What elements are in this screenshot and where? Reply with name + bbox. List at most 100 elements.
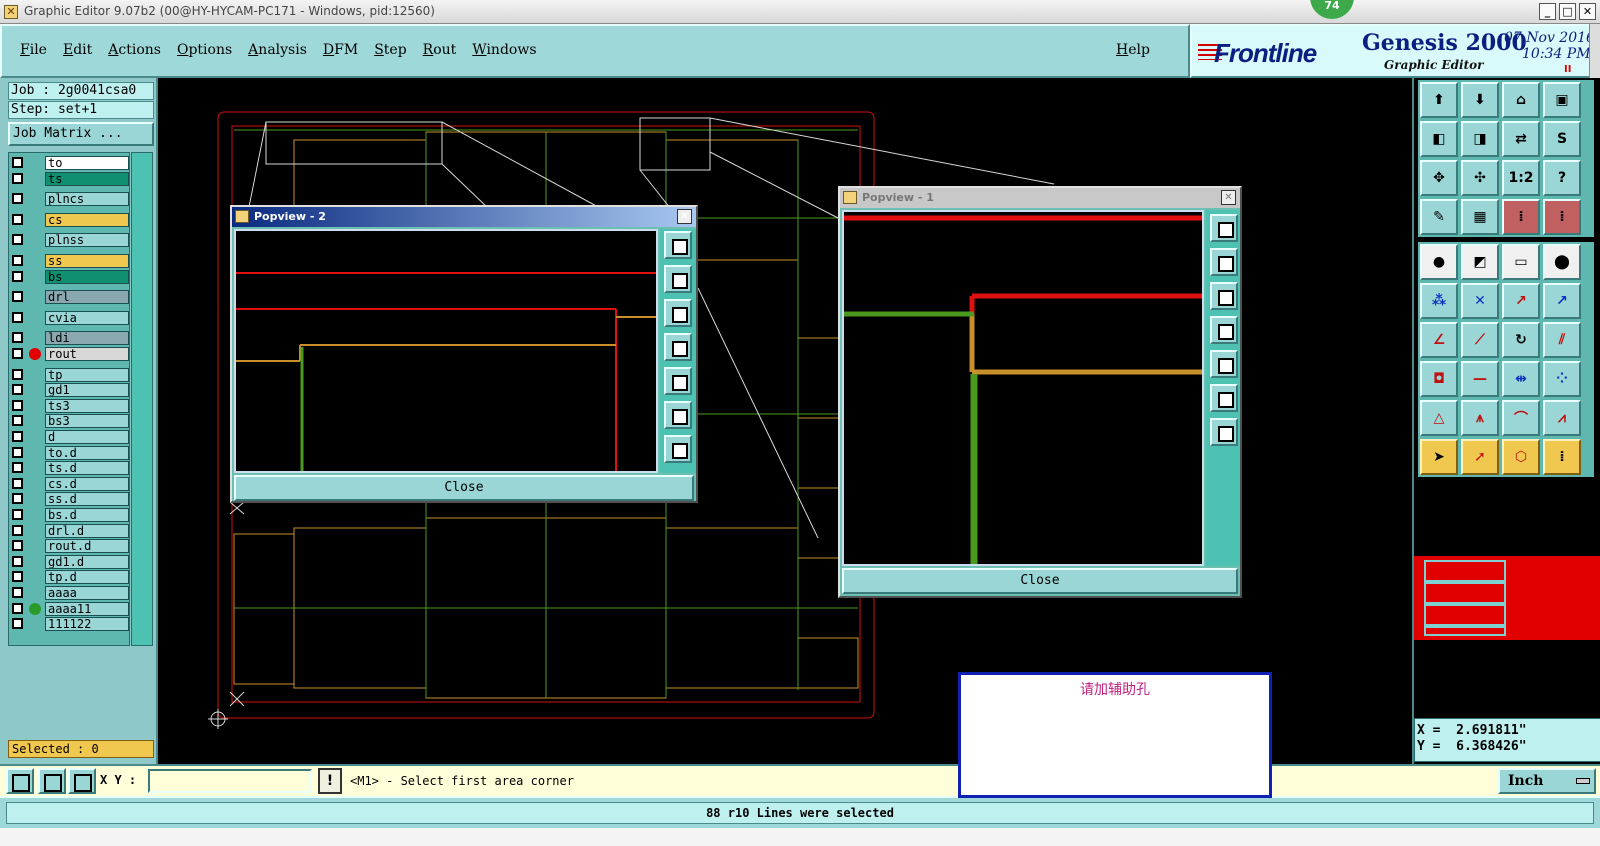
circle-icon[interactable]: ⬤	[1543, 244, 1581, 280]
layer-row[interactable]: drl	[9, 289, 131, 305]
popview-pan-left-icon[interactable]	[664, 333, 692, 361]
layer-name[interactable]: ts	[45, 171, 129, 186]
popview-2-close-icon[interactable]: ✕	[677, 209, 692, 224]
measure-icon[interactable]: ✎	[1420, 199, 1458, 235]
line-add-icon[interactable]: ◩	[1461, 244, 1499, 280]
layer-row[interactable]: to.d	[9, 445, 131, 461]
menu-help[interactable]: Help	[1116, 42, 1150, 58]
popview-zoom-home-icon[interactable]	[1210, 214, 1238, 242]
layer-row[interactable]: bs3	[9, 413, 131, 429]
layer-row[interactable]: ldi	[9, 330, 131, 346]
mirror-icon[interactable]: ⫽	[1543, 322, 1581, 358]
layer-checkbox[interactable]	[12, 431, 23, 442]
layer-checkbox[interactable]	[12, 446, 23, 458]
layer-name[interactable]: plncs	[45, 192, 129, 207]
layer-row[interactable]: ts3	[9, 398, 131, 414]
menu-item[interactable]: Step	[374, 42, 406, 58]
layer-row[interactable]: 111122	[9, 616, 131, 632]
connect-icon[interactable]: ⁂	[1420, 283, 1458, 319]
layer-checkbox[interactable]	[12, 602, 23, 614]
layer-row[interactable]: ss.d	[9, 491, 131, 507]
layer-row[interactable]: plnss	[9, 232, 131, 248]
grid-icon[interactable]: ▦	[1461, 199, 1499, 235]
move-point-icon[interactable]: ↗	[1502, 283, 1540, 319]
zoom-back-icon[interactable]: ⬇	[1461, 82, 1499, 118]
popview-1-close-button[interactable]: Close	[842, 568, 1238, 594]
snap-pad-icon[interactable]: ◘	[1420, 361, 1458, 397]
layer-name[interactable]: cs.d	[45, 476, 129, 491]
stretch-icon[interactable]: ⇹	[1502, 361, 1540, 397]
arc-icon[interactable]: ⌒	[1502, 400, 1540, 436]
layer-checkbox[interactable]	[12, 618, 23, 630]
menu-item[interactable]: Rout	[423, 42, 457, 58]
pan-left-icon[interactable]: ◧	[1420, 121, 1458, 157]
popview-1-close-icon[interactable]: ✕	[1221, 190, 1236, 205]
popview-pan-up-icon[interactable]	[664, 265, 692, 293]
layer-row[interactable]: gd1.d	[9, 554, 131, 570]
layer-name[interactable]: rout.d	[45, 539, 129, 554]
slope-icon[interactable]: ⟋	[1461, 322, 1499, 358]
layer-row[interactable]: aaaa	[9, 585, 131, 601]
group-icon[interactable]: ⁘	[1543, 361, 1581, 397]
layer-name[interactable]: to.d	[45, 445, 129, 460]
layer-checkbox[interactable]	[12, 540, 23, 552]
popview-pan-down-icon[interactable]	[664, 299, 692, 327]
layer-row[interactable]: gd1	[9, 382, 131, 398]
layer-row[interactable]: ts.d	[9, 460, 131, 476]
triangle-icon[interactable]: △	[1420, 400, 1458, 436]
popview-2-canvas[interactable]	[234, 229, 658, 473]
menu-item[interactable]: File	[20, 42, 47, 58]
layer-checkbox[interactable]	[12, 311, 23, 323]
layer-name[interactable]: ss	[45, 254, 129, 268]
popview-zoom-in-icon[interactable]	[664, 401, 692, 429]
zoom-window-icon[interactable]	[6, 768, 34, 794]
layer-row[interactable]: cvia	[9, 310, 131, 326]
popview-1-canvas[interactable]	[842, 210, 1204, 566]
header-scrollbar[interactable]	[1589, 24, 1600, 78]
layer-name[interactable]: drl.d	[45, 523, 129, 538]
layer-checkbox[interactable]	[12, 270, 23, 282]
popview-2-titlebar[interactable]: Popview - 2 ✕	[232, 207, 696, 227]
layer-checkbox[interactable]	[12, 384, 23, 396]
layer-row[interactable]: tp.d	[9, 569, 131, 585]
layer-list-scrollbar[interactable]	[131, 152, 153, 646]
pad-add-icon[interactable]: ●	[1420, 244, 1458, 280]
layer-name[interactable]: gd1.d	[45, 554, 129, 569]
scale-icon[interactable]: 1:2	[1502, 160, 1540, 196]
layer-checkbox[interactable]	[12, 462, 23, 474]
layer-name[interactable]: tp.d	[45, 570, 129, 585]
layer-checkbox[interactable]	[12, 348, 23, 359]
layer-name[interactable]: ts.d	[45, 461, 129, 476]
layer-checkbox[interactable]	[12, 524, 23, 536]
layers-blue-icon[interactable]: ⁞	[1543, 199, 1581, 235]
layer-name[interactable]: gd1	[45, 383, 129, 398]
maximize-button[interactable]: □	[1559, 3, 1576, 20]
menu-item[interactable]: Options	[177, 42, 232, 58]
popview-1-window[interactable]: Popview - 1 ✕ Close	[838, 186, 1242, 598]
arc-fill-icon[interactable]: ⩘	[1543, 400, 1581, 436]
layer-name[interactable]: 111122	[45, 617, 129, 632]
layer-checkbox[interactable]	[12, 477, 23, 489]
layer-checkbox[interactable]	[12, 193, 23, 205]
ruler-icon[interactable]: ▭	[1502, 244, 1540, 280]
layer-name[interactable]: ldi	[45, 331, 129, 346]
layers-red-icon[interactable]: ⁞	[1502, 199, 1540, 235]
popview-zoom-out-icon[interactable]	[1210, 418, 1238, 446]
popview-pan-right-icon[interactable]	[664, 367, 692, 395]
layer-row[interactable]: rout.d	[9, 538, 131, 554]
layer-checkbox[interactable]	[12, 415, 23, 427]
swap-icon[interactable]: ⇄	[1502, 121, 1540, 157]
layer-checkbox[interactable]	[12, 157, 23, 168]
layer-checkbox[interactable]	[12, 555, 23, 567]
layer-name[interactable]: bs3	[45, 414, 129, 429]
minimize-button[interactable]: _	[1539, 3, 1556, 20]
layer-checkbox[interactable]	[12, 255, 23, 266]
menu-item[interactable]: Windows	[472, 42, 536, 58]
popview-pan-down-icon[interactable]	[1210, 282, 1238, 310]
popview-1-titlebar[interactable]: Popview - 1 ✕	[840, 188, 1240, 208]
layer-row[interactable]: ts	[9, 171, 131, 187]
menu-item[interactable]: Actions	[108, 42, 161, 58]
select-box-icon[interactable]: ➚	[1461, 439, 1499, 475]
select-net-icon[interactable]: ⁞	[1543, 439, 1581, 475]
layer-name[interactable]: bs	[45, 269, 129, 284]
